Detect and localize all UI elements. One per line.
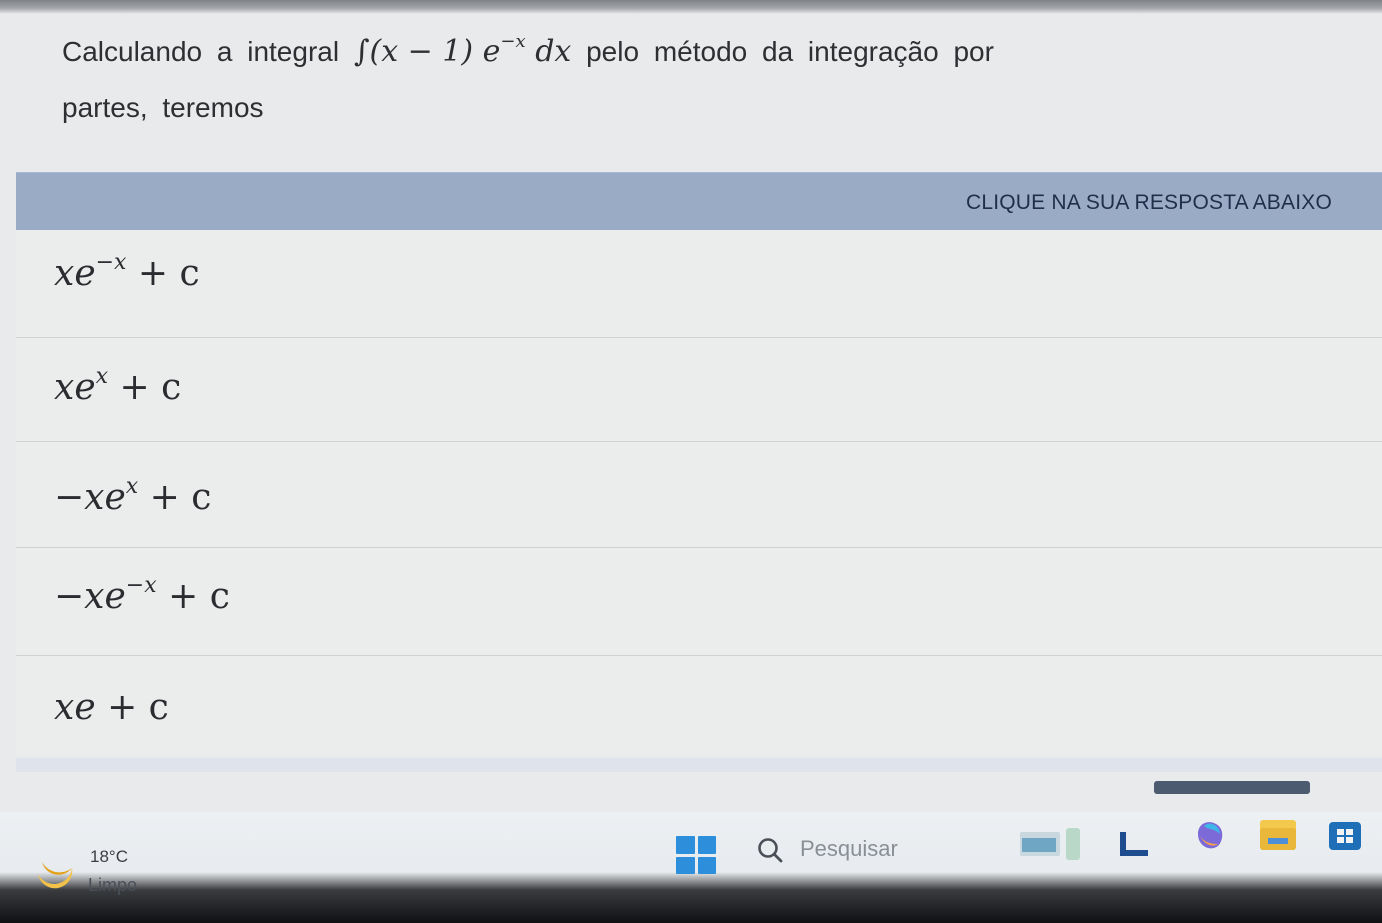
taskbar-search-box[interactable]: Pesquisar: [756, 834, 1016, 868]
folder-icon[interactable]: [1256, 812, 1300, 858]
browser-page: Calculando a integral ∫(x − 1) e−x dx pe…: [0, 0, 1382, 923]
store-icon[interactable]: [1326, 816, 1364, 854]
question-prefix: Calculando a integral: [62, 36, 340, 67]
answer-option-1[interactable]: xe−x + c: [16, 230, 1382, 338]
start-tile: [676, 836, 695, 854]
integral-expression: ∫(x − 1) e−x dx: [353, 31, 572, 69]
answer-option-2-expression: xex + c: [54, 364, 182, 408]
question-suffix: pelo método da integração por: [586, 36, 994, 67]
answer-option-4-expression: −xe−x + c: [54, 573, 230, 617]
answer-option-5[interactable]: xe + c: [16, 656, 1382, 756]
answer-header-label: CLIQUE NA SUA RESPOSTA ABAIXO: [965, 191, 1332, 214]
answer-option-3[interactable]: −xex + c: [16, 442, 1382, 548]
answer-option-5-expression: xe + c: [54, 687, 169, 728]
answer-options-list: xe−x + c xex + c −xex + c −xe−x + c xe +…: [16, 230, 1382, 756]
copilot-icon[interactable]: [1190, 814, 1230, 854]
start-tile: [697, 856, 716, 874]
microsoft-365-icon[interactable]: [1118, 830, 1150, 858]
weather-temperature[interactable]: 18°C: [90, 847, 128, 867]
file-explorer-icon[interactable]: [1018, 826, 1084, 862]
moon-weather-icon[interactable]: [34, 848, 76, 890]
monitor-bezel: [0, 872, 1382, 923]
start-tile: [676, 856, 695, 874]
windows-start-button[interactable]: [676, 836, 716, 874]
answer-header-bar: CLIQUE NA SUA RESPOSTA ABAIXO: [16, 172, 1382, 230]
answer-option-2[interactable]: xex + c: [16, 338, 1382, 442]
answer-option-3-expression: −xex + c: [54, 474, 212, 518]
start-tile: [697, 836, 716, 854]
answer-option-1-expression: xe−x + c: [54, 250, 200, 294]
question-line-2: partes, teremos: [62, 92, 264, 123]
weather-condition[interactable]: Limpo: [88, 875, 137, 896]
horizontal-scrollbar-thumb[interactable]: [1154, 781, 1310, 794]
answer-option-4[interactable]: −xe−x + c: [16, 548, 1382, 656]
question-text: Calculando a integral ∫(x − 1) e−x dx pe…: [62, 14, 1062, 136]
window-top-edge: [0, 0, 1382, 14]
search-placeholder: Pesquisar: [800, 836, 898, 861]
page-bottom-strip: [16, 758, 1382, 772]
search-icon: [758, 838, 783, 863]
